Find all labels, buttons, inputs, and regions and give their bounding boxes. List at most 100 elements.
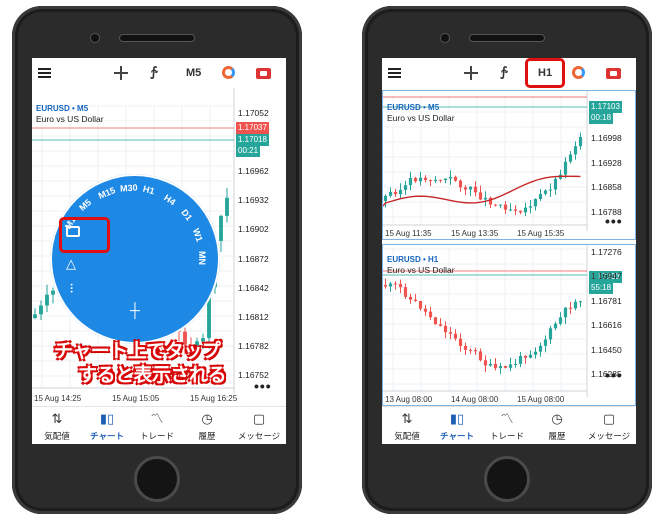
chart-top[interactable]: EURUSD • M5 Euro vs US Dollar 1.17103 00… (382, 90, 636, 240)
nav-chart[interactable]: ▮▯ チャート (84, 411, 130, 442)
messages-icon: ▢ (602, 411, 616, 426)
candle (458, 179, 463, 192)
nav-history[interactable]: ◷ 履歴 (534, 411, 580, 442)
nav-label: メッセージ (587, 431, 631, 441)
chart-symbol: EURUSD • H1 (387, 255, 439, 264)
wheel-timeframe-m30[interactable]: M30 (120, 183, 138, 194)
x-tick-label: 15 Aug 13:35 (451, 229, 499, 238)
y-tick-label: 1.16872 (238, 253, 269, 264)
candle (548, 325, 553, 344)
timeframe-button[interactable]: M5 (186, 67, 201, 79)
candles-icon: ▮▯ (449, 411, 465, 426)
menu-icon[interactable] (388, 68, 401, 78)
wheel-settings-icon[interactable]: ⫶ (70, 282, 73, 297)
oneclick-icon[interactable] (606, 68, 621, 79)
x-tick-label: 15 Aug 08:00 (517, 395, 565, 404)
trade-icon[interactable] (572, 66, 585, 79)
nav-label: トレード (139, 431, 174, 441)
candle (478, 348, 483, 362)
candle (438, 179, 443, 183)
y-tick-label: 1.16782 (238, 340, 269, 351)
candle (543, 335, 548, 353)
candle (493, 204, 498, 207)
wheel-timeframe-w1[interactable]: W1 (191, 227, 205, 243)
candle (433, 176, 438, 184)
wheel-crosshair-icon[interactable]: ┼ (130, 302, 140, 318)
candle (423, 175, 428, 183)
y-tick-label: 1.16842 (238, 282, 269, 293)
candle (398, 279, 403, 294)
candle (458, 333, 463, 352)
crosshair-icon[interactable] (114, 66, 128, 80)
more-icon[interactable]: ••• (605, 367, 623, 383)
toolbar: ∱ M5 (32, 58, 286, 88)
nav-messages[interactable]: ▢ メッセージ (236, 411, 282, 442)
indicators-icon[interactable]: ∱ (150, 64, 157, 80)
more-icon[interactable]: ••• (605, 213, 623, 229)
highlight-timeframe (525, 58, 565, 88)
wheel-timeframe-m5[interactable]: M5 (77, 197, 93, 213)
candle (513, 205, 518, 216)
candle (533, 347, 538, 359)
trade-icon[interactable] (222, 66, 235, 79)
candle (563, 157, 568, 179)
nav-label: トレード (489, 431, 524, 441)
speaker (469, 34, 545, 42)
callout-line-1: チャート上でタップ (54, 341, 221, 362)
front-camera (90, 33, 100, 43)
more-icon[interactable]: ••• (254, 378, 272, 394)
chart-name: Euro vs US Dollar (387, 265, 455, 275)
candle (393, 281, 398, 290)
candle (403, 180, 408, 195)
nav-quotes[interactable]: ⇅ 気配値 (384, 411, 430, 442)
wheel-timeframe-h1[interactable]: H1 (142, 184, 156, 197)
y-tick-label: 1.16928 (591, 157, 622, 168)
candle (388, 187, 393, 198)
quotes-icon: ⇅ (401, 411, 413, 426)
wheel-timeframe-mn[interactable]: MN (197, 251, 207, 265)
chart-bottom[interactable]: EURUSD • H1 Euro vs US Dollar 1.17103 55… (382, 244, 636, 406)
left-phone: ∱ M5 EURUSD • M5 Euro vs US Dollar 1.170… (12, 6, 302, 514)
x-tick-label: 15 Aug 16:25 (190, 394, 238, 403)
nav-messages[interactable]: ▢ メッセージ (586, 411, 632, 442)
candle (418, 171, 423, 186)
nav-trade[interactable]: 〽トレード (134, 411, 180, 442)
timeframe-wheel[interactable]: M1 M5 M15 M30 H1 H4 D1 W1 MN △ ⫶ ┼ (50, 174, 220, 344)
wheel-objects-icon[interactable]: △ (66, 256, 76, 272)
x-tick-label: 15 Aug 15:35 (517, 229, 565, 238)
home-button[interactable] (484, 456, 530, 502)
wheel-timeframe-d1[interactable]: D1 (179, 208, 194, 223)
candle (578, 300, 583, 308)
candle (468, 348, 473, 354)
nav-history[interactable]: ◷ 履歴 (184, 411, 230, 442)
candle (403, 283, 408, 299)
left-screen: ∱ M5 EURUSD • M5 Euro vs US Dollar 1.170… (32, 58, 286, 444)
x-tick-label: 15 Aug 11:35 (385, 229, 432, 238)
candle (443, 178, 448, 184)
wheel-timeframe-m15[interactable]: M15 (97, 185, 117, 201)
candle (538, 342, 543, 357)
nav-quotes[interactable]: ⇅ 気配値 (34, 411, 80, 442)
menu-icon[interactable] (38, 68, 51, 78)
candle (413, 176, 418, 183)
y-tick-label: 1.17052 (238, 108, 269, 118)
candle (488, 358, 493, 367)
nav-label: 気配値 (394, 431, 420, 441)
bar-timer: 55:18 (589, 282, 614, 294)
nav-chart[interactable]: ▮▯ チャート (434, 411, 480, 442)
candle (468, 186, 473, 197)
wheel-timeframe-h4[interactable]: H4 (162, 192, 177, 207)
y-tick-label: 1.16947 (591, 271, 622, 282)
candle (558, 169, 563, 180)
nav-trade[interactable]: 〽トレード (484, 411, 530, 442)
messages-icon: ▢ (252, 411, 266, 426)
indicators-icon[interactable]: ∱ (500, 64, 507, 80)
candle (408, 293, 413, 304)
y-tick-label: 1.16812 (238, 311, 269, 322)
candle (45, 284, 49, 313)
history-icon: ◷ (551, 411, 563, 426)
oneclick-icon[interactable] (256, 68, 271, 79)
home-button[interactable] (134, 456, 180, 502)
crosshair-icon[interactable] (464, 66, 478, 80)
candle (578, 132, 583, 150)
